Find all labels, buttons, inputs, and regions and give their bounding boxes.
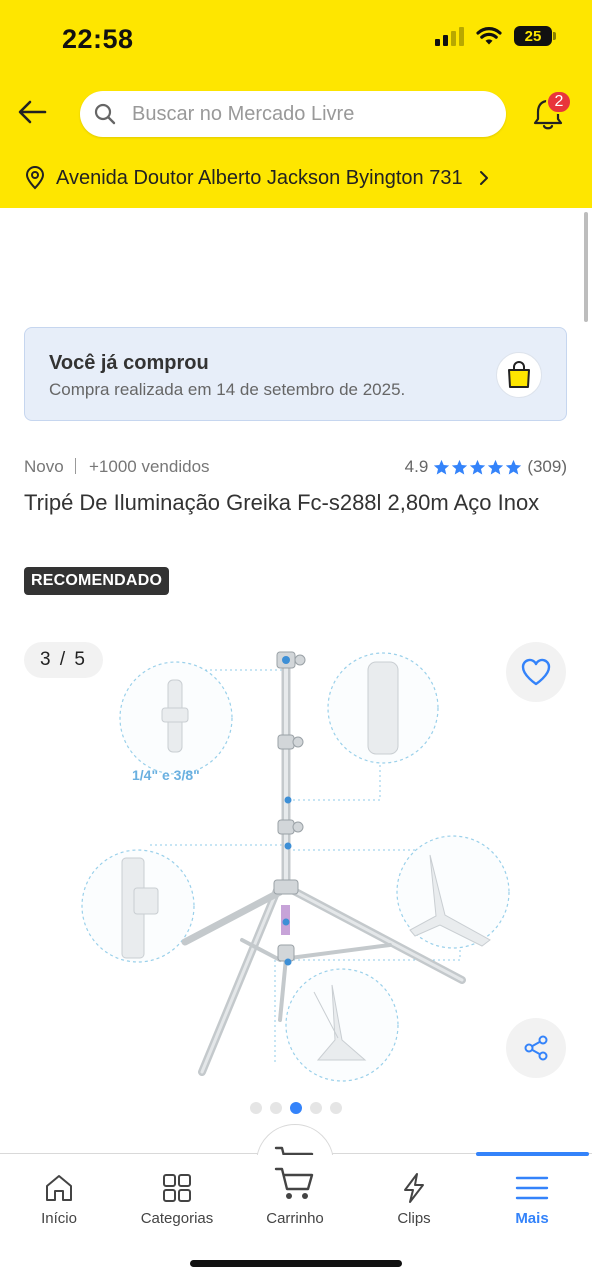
status-icons: 25 [435, 26, 556, 46]
star-icon [452, 459, 468, 474]
header: 22:58 25 2 [0, 0, 592, 208]
nav-home[interactable]: Início [0, 1172, 118, 1227]
nav-more-label: Mais [515, 1210, 549, 1227]
nav-cart-label: Carrinho [266, 1210, 324, 1227]
address-text: Avenida Doutor Alberto Jackson Byington … [56, 166, 463, 189]
product-image[interactable]: 1/4" e 3/8" [70, 640, 520, 1090]
share-icon [524, 1035, 548, 1061]
image-caption: 1/4" e 3/8" [132, 767, 200, 783]
product-title: Tripé De Iluminação Greika Fc-s288l 2,80… [24, 490, 540, 515]
menu-icon [515, 1176, 549, 1200]
status-time: 22:58 [62, 24, 134, 54]
battery-icon: 25 [514, 26, 556, 46]
pagination-dot-active[interactable] [290, 1102, 302, 1114]
delivery-address[interactable]: Avenida Doutor Alberto Jackson Byington … [24, 166, 491, 190]
signal-icon [435, 26, 464, 46]
pagination-dot[interactable] [270, 1102, 282, 1114]
nav-home-label: Início [41, 1210, 77, 1227]
shopping-bag-icon [496, 352, 542, 398]
lightning-icon [404, 1173, 424, 1203]
wifi-icon [476, 27, 502, 45]
location-pin-icon [25, 166, 45, 190]
recommended-badge: RECOMENDADO [24, 567, 170, 595]
home-indicator [190, 1260, 402, 1267]
chevron-right-icon [479, 171, 488, 185]
review-count: (309) [527, 457, 567, 476]
search-bar[interactable] [80, 91, 506, 137]
status-bar: 22:58 25 [0, 0, 592, 78]
star-icon [506, 459, 522, 474]
rating-block[interactable]: 4.9 (309) [405, 457, 567, 477]
meta-divider [75, 458, 76, 474]
battery-level: 25 [524, 27, 542, 45]
search-icon [94, 103, 116, 125]
purchase-notice-title: Você já comprou [49, 352, 209, 374]
pagination-dot[interactable] [330, 1102, 342, 1114]
share-button[interactable] [506, 1018, 566, 1078]
pagination-dot[interactable] [250, 1102, 262, 1114]
back-button[interactable] [14, 94, 50, 130]
nav-clips-label: Clips [397, 1210, 431, 1227]
nav-more[interactable]: Mais [473, 1172, 591, 1227]
gallery-pagination [0, 1102, 592, 1114]
notification-badge: 2 [546, 90, 572, 114]
search-input[interactable] [132, 102, 472, 126]
heart-icon [521, 658, 551, 686]
purchase-notice-date: Compra realizada em 14 de setembro de 20… [49, 380, 406, 399]
rating-value: 4.9 [404, 457, 429, 476]
product-condition: Novo [24, 457, 64, 476]
arrow-left-icon [18, 100, 47, 124]
star-icon [470, 459, 486, 474]
sold-count: +1000 vendidos [89, 457, 210, 476]
cart-icon [274, 1167, 314, 1199]
star-icon [434, 459, 450, 474]
active-tab-indicator [476, 1152, 589, 1156]
purchase-notice-card[interactable]: Você já comprou Compra realizada em 14 d… [24, 327, 567, 421]
pagination-dot[interactable] [310, 1102, 322, 1114]
scrollbar[interactable] [584, 212, 588, 322]
favorite-button[interactable] [506, 642, 566, 702]
image-counter: 3 / 5 [24, 642, 103, 678]
star-icon [488, 459, 504, 474]
nav-clips[interactable]: Clips [355, 1172, 473, 1227]
product-meta: Novo +1000 vendidos 4.9 (309) [24, 457, 567, 479]
rating-stars [433, 459, 522, 476]
home-icon [46, 1175, 72, 1201]
grid-icon [163, 1174, 191, 1202]
product-gallery[interactable]: 1/4" e 3/8" 3 / 5 [0, 630, 592, 1100]
nav-categories-label: Categorias [140, 1210, 214, 1227]
nav-categories[interactable]: Categorias [118, 1172, 236, 1227]
